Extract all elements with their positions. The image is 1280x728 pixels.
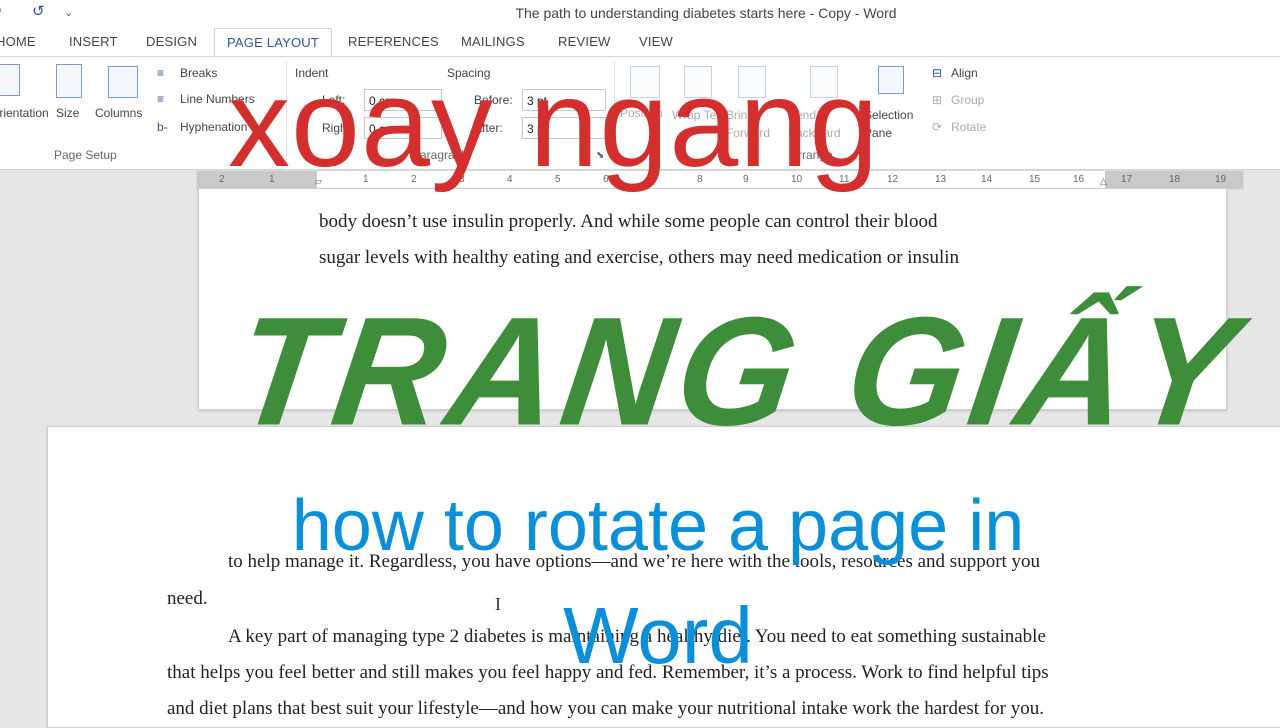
align-button[interactable]: Align bbox=[951, 66, 978, 80]
paragraph-line[interactable]: and diet plans that best suit your lifes… bbox=[167, 698, 1044, 720]
tab-insert[interactable]: INSERT bbox=[69, 34, 118, 49]
breaks-icon: ≡ bbox=[157, 66, 165, 80]
page-setup-group-label: Page Setup bbox=[54, 148, 117, 162]
size-icon[interactable] bbox=[56, 64, 82, 98]
tab-view[interactable]: VIEW bbox=[639, 34, 673, 49]
columns-icon[interactable] bbox=[108, 66, 138, 98]
right-indent-marker-icon[interactable]: △ bbox=[1100, 176, 1107, 187]
selection-pane-icon[interactable] bbox=[878, 66, 904, 94]
tab-mailings[interactable]: MAILINGS bbox=[461, 34, 525, 49]
ruler-tick: 15 bbox=[1029, 174, 1041, 185]
ruler-tick: 14 bbox=[981, 174, 993, 185]
ruler-tick: 16 bbox=[1073, 174, 1085, 185]
paragraph-line[interactable]: body doesn’t use insulin properly. And w… bbox=[319, 211, 937, 233]
overlay-subtitle-line2: Word bbox=[563, 591, 753, 680]
orientation-button[interactable]: Orientation bbox=[0, 106, 49, 120]
tab-review[interactable]: REVIEW bbox=[558, 34, 610, 49]
line-numbers-icon: ≡ bbox=[157, 92, 165, 106]
size-button[interactable]: Size bbox=[56, 106, 79, 120]
ruler-tick: 13 bbox=[935, 174, 947, 185]
overlay-title-green: TRANG GIẤY bbox=[225, 284, 1252, 458]
rotate-icon: ⟳ bbox=[932, 120, 943, 134]
hyphenation-icon: b‑ bbox=[157, 120, 168, 134]
overlay-title-red: xoay ngang bbox=[228, 55, 880, 193]
paragraph-line[interactable]: sugar levels with healthy eating and exe… bbox=[319, 247, 959, 269]
tab-design[interactable]: DESIGN bbox=[146, 34, 197, 49]
tab-page-layout[interactable]: PAGE LAYOUT bbox=[214, 28, 333, 58]
tab-references[interactable]: REFERENCES bbox=[348, 34, 439, 49]
group-icon: ⊞ bbox=[932, 93, 943, 107]
ruler-tick: 18 bbox=[1169, 174, 1181, 185]
ruler-tick: 12 bbox=[887, 174, 899, 185]
breaks-button[interactable]: Breaks bbox=[180, 66, 217, 80]
overlay-subtitle-line1: how to rotate a page in bbox=[291, 486, 1025, 566]
orientation-icon[interactable] bbox=[0, 64, 20, 96]
tab-home[interactable]: HOME bbox=[0, 34, 36, 49]
ribbon-tabs: HOME INSERT DESIGN PAGE LAYOUT REFERENCE… bbox=[0, 28, 1280, 58]
title-bar: ▫ ↺ ⌄ The path to understanding diabetes… bbox=[0, 0, 1280, 28]
columns-button[interactable]: Columns bbox=[95, 106, 142, 120]
align-icon: ⊟ bbox=[932, 66, 943, 80]
paragraph-line[interactable]: need. bbox=[167, 588, 208, 610]
group-button[interactable]: Group bbox=[951, 93, 984, 107]
ruler-tick: 19 bbox=[1215, 174, 1227, 185]
ruler-tick: 17 bbox=[1121, 174, 1133, 185]
window-title: The path to understanding diabetes start… bbox=[515, 5, 897, 21]
rotate-button[interactable]: Rotate bbox=[951, 120, 986, 134]
ruler-tick: 2 bbox=[219, 174, 225, 185]
